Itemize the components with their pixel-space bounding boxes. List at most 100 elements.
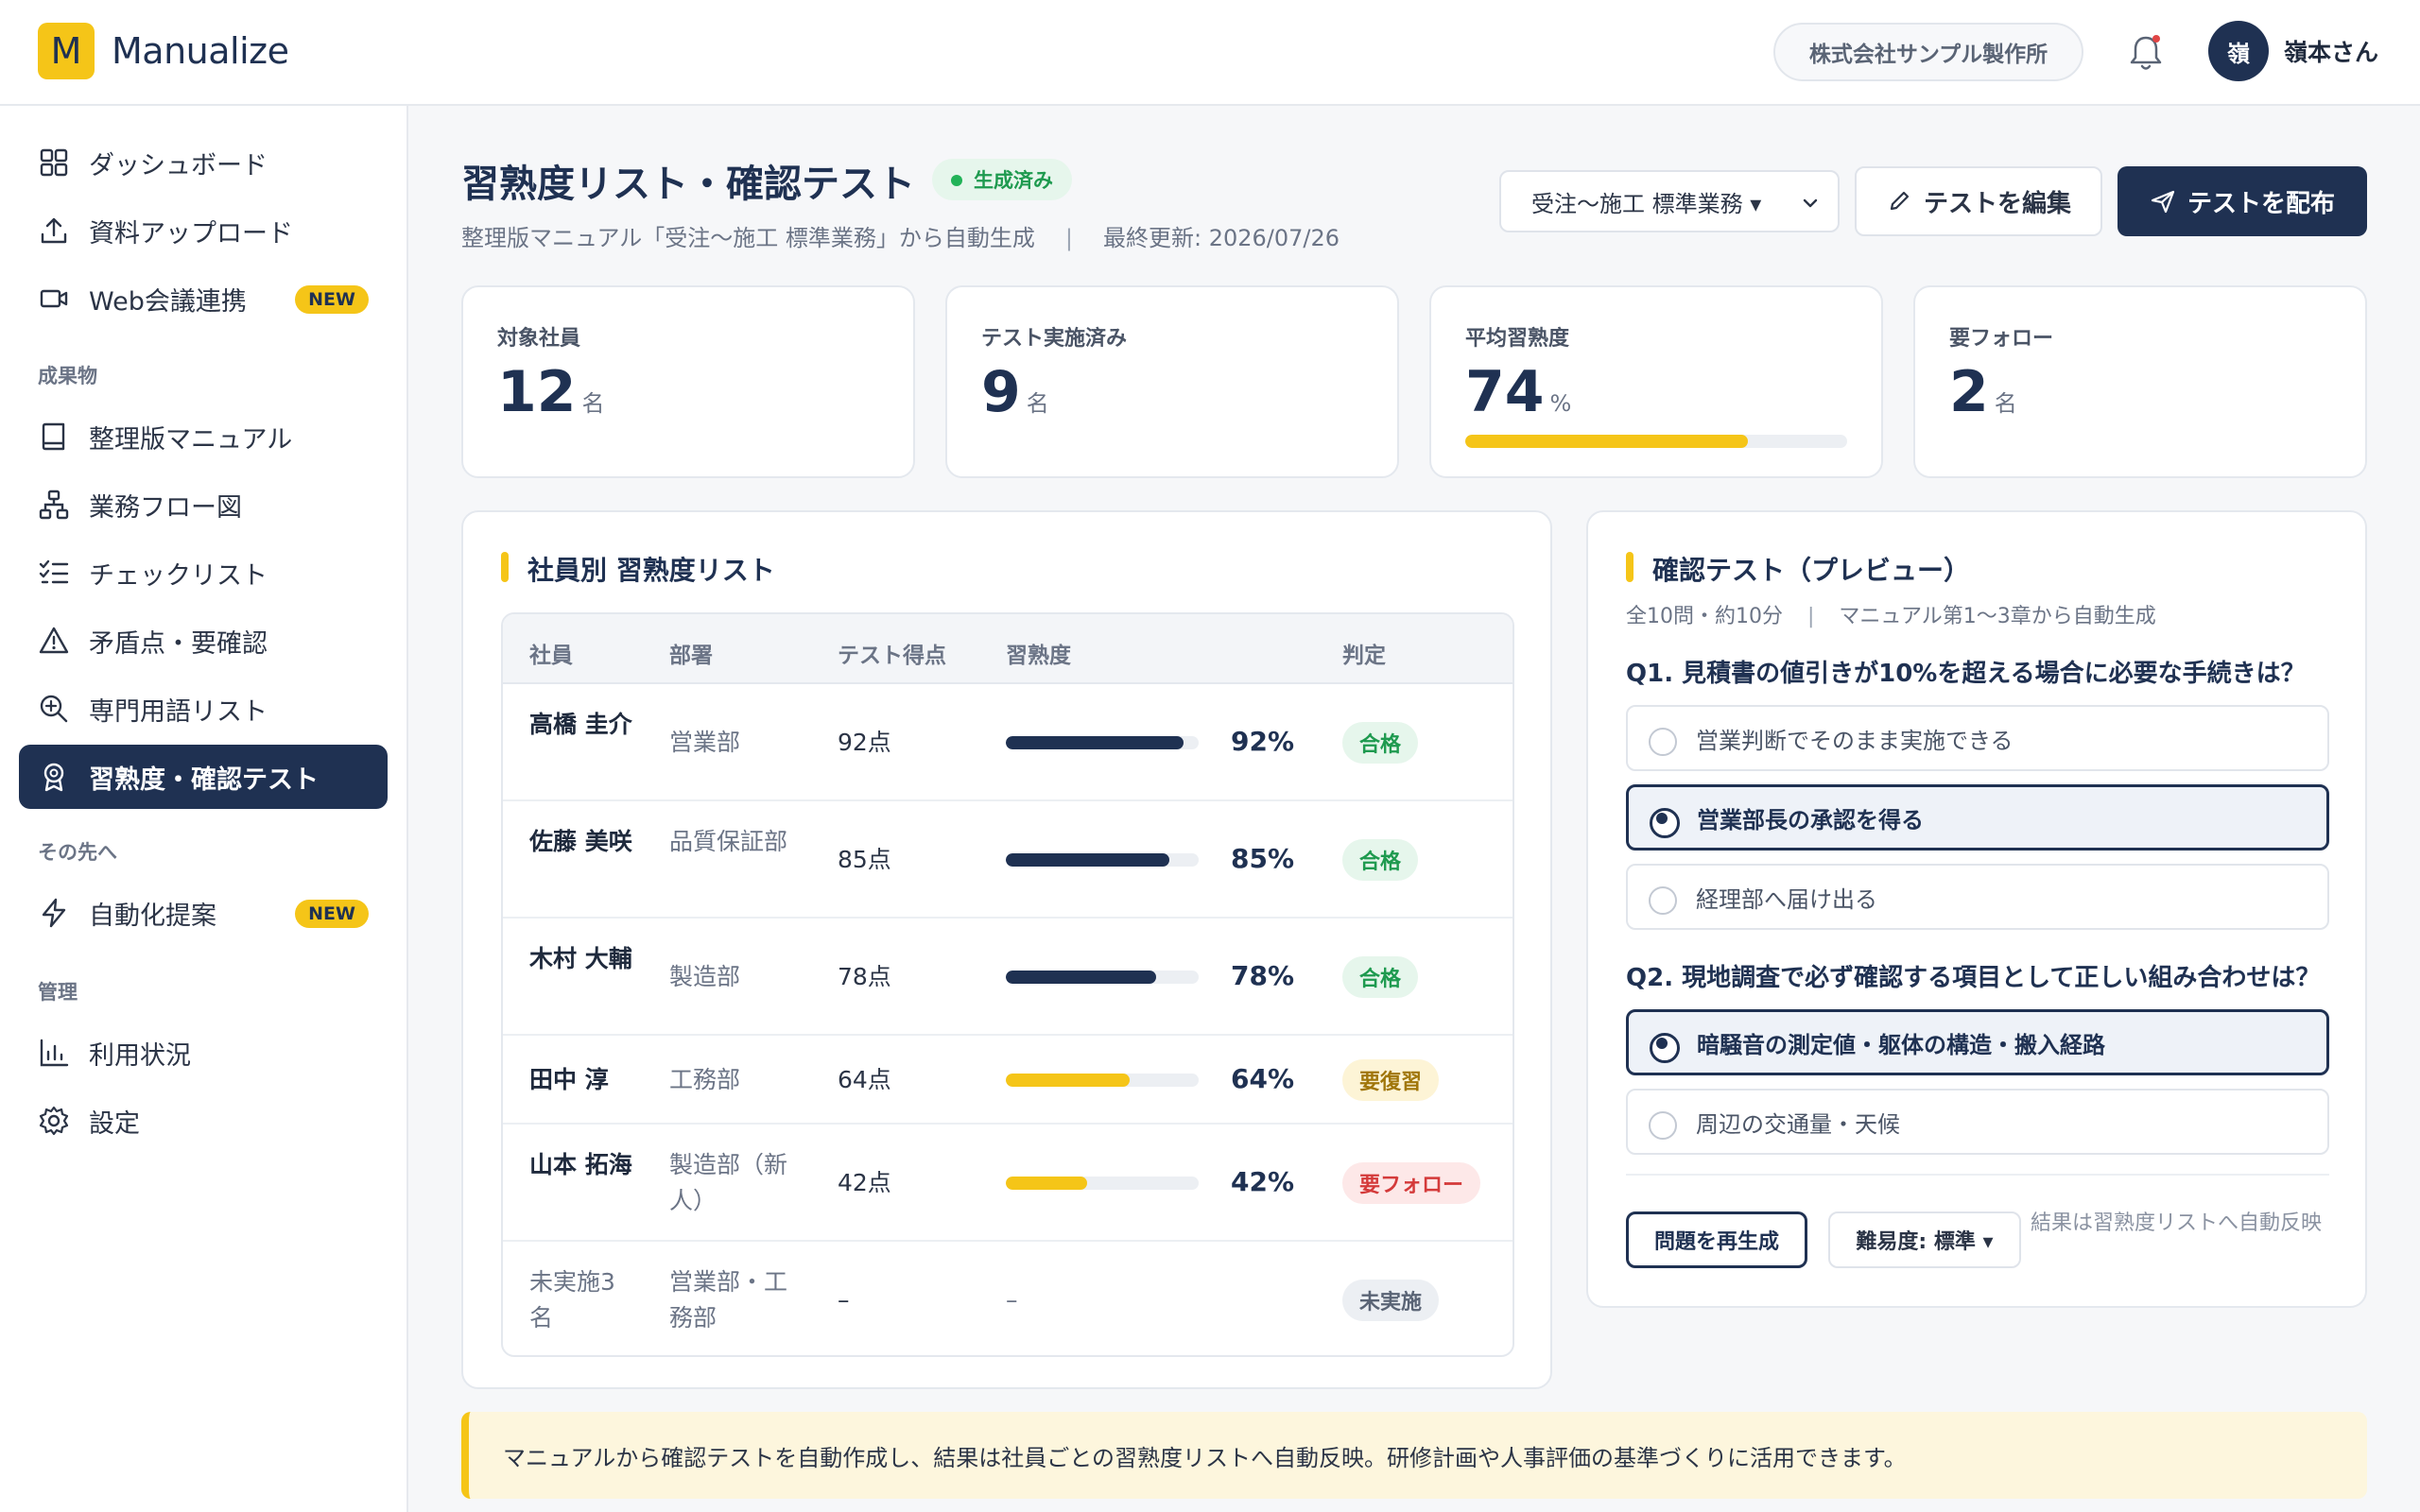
department: 品質保証部 (669, 828, 788, 855)
stat-unit: % (1549, 390, 1572, 417)
department: 工務部 (669, 1066, 741, 1093)
send-icon (2151, 190, 2175, 214)
table-row[interactable]: 木村 大輔 製造部 78点 78% 合格 (503, 919, 1512, 1036)
stat-label: 対象社員 (497, 327, 581, 351)
stat-number: 74 (1465, 359, 1545, 425)
quiz-meta: 全10問・約10分 | マニュアル第1〜3章から自動生成 (1626, 599, 2156, 629)
stat-unit: 名 (1026, 390, 1049, 417)
stat-number: 12 (497, 359, 577, 425)
sidebar-item-issues[interactable]: 矛盾点・要確認 (19, 609, 388, 673)
proficiency-percent: 42% (1231, 1166, 1295, 1197)
sidebar-item-automation[interactable]: 自動化提案 NEW (19, 881, 388, 945)
proficiency-percent: 85% (1231, 843, 1295, 874)
sidebar-item-usage[interactable]: 利用状況 (19, 1021, 388, 1085)
progress-fill (1465, 435, 1748, 448)
new-badge: NEW (295, 900, 369, 928)
test-score: 64点 (838, 1066, 891, 1093)
table-header: 社員 部署 テスト得点 習熟度 判定 (503, 614, 1512, 684)
sidebar-item-proficiency[interactable]: 習熟度・確認テスト (19, 745, 388, 809)
top-bar: M Manualize 株式会社サンプル製作所 嶺 嶺本さん (0, 0, 2420, 106)
sidebar-item-label: 自動化提案 (89, 901, 216, 931)
gear-icon (39, 1106, 69, 1136)
sidebar-item-label: ダッシュボード (89, 150, 268, 180)
distribute-test-button[interactable]: テストを配布 (2118, 166, 2367, 236)
sidebar-item-label: 矛盾点・要確認 (89, 628, 268, 659)
difficulty-select[interactable]: 難易度: 標準 ▾ (1828, 1211, 2021, 1268)
edit-test-button[interactable]: テストを編集 (1855, 166, 2102, 236)
sidebar-item-label: 利用状況 (89, 1040, 191, 1071)
quiz-option-selected[interactable]: 営業部長の承認を得る (1626, 784, 2329, 850)
chart-icon (40, 1039, 69, 1067)
question-title: Q1. 見積書の値引きが10%を超える場合に必要な手続きは？ (1626, 660, 2306, 688)
video-icon (40, 289, 68, 308)
table-row[interactable]: 田中 淳 工務部 64点 64% 要復習 (503, 1036, 1512, 1125)
table-row[interactable]: 佐藤 美咲 品質保証部 85点 85% 合格 (503, 801, 1512, 919)
distribute-test-label: テストを配布 (2187, 189, 2335, 218)
employee-name: 未実施3名 (529, 1268, 615, 1332)
stat-number: 2 (1949, 359, 1989, 425)
info-banner: マニュアルから確認テストを自動作成し、結果は社員ごとの習熟度リストへ自動反映。研… (461, 1412, 2367, 1499)
column-header: 社員 (529, 644, 573, 668)
column-header: 判定 (1342, 644, 1386, 668)
user-name[interactable]: 嶺本さん (2284, 34, 2378, 68)
quiz-note: 結果は習熟度リストへ自動反映 (2031, 1211, 2323, 1235)
stat-label: 要フォロー (1949, 327, 2054, 351)
app-logo[interactable]: M Manualize (38, 23, 289, 79)
section-label-admin: 管理 (38, 981, 78, 1004)
source-text: 整理版マニュアル「受注〜施工 標準業務」から自動生成 (461, 225, 1035, 251)
status-tag: 要フォロー (1342, 1162, 1481, 1204)
proficiency-table: 社員 部署 テスト得点 習熟度 判定 高橋 圭介 営業部 92点 92% 合格佐藤 美咲… (501, 612, 1514, 1357)
quiz-option-selected[interactable]: 暗騒音の測定値・躯体の構造・搬入経路 (1626, 1009, 2329, 1075)
quiz-option[interactable]: 周辺の交通量・天候 (1626, 1089, 2329, 1155)
test-score: 92点 (838, 729, 891, 756)
sidebar-item-label: 習熟度・確認テスト (89, 765, 319, 795)
stat-value: 74% (1465, 359, 1571, 425)
quiz-length: 全10問・約10分 (1626, 605, 1783, 628)
regenerate-button[interactable]: 問題を再生成 (1626, 1211, 1807, 1268)
stat-card-tested: テスト実施済み 9名 (945, 285, 1399, 478)
page-subtitle: 整理版マニュアル「受注〜施工 標準業務」から自動生成 | 最終更新: 2026/07… (461, 219, 1340, 252)
employee-name: 佐藤 美咲 (529, 828, 632, 855)
quiz-option[interactable]: 経理部へ届け出る (1626, 864, 2329, 930)
proficiency-bar (1006, 853, 1199, 867)
proficiency-percent: 78% (1231, 960, 1295, 991)
status-tag: 未実施 (1342, 1280, 1440, 1321)
manual-select[interactable]: 受注〜施工 標準業務 ▾ (1499, 170, 1840, 232)
upload-icon (41, 217, 67, 244)
proficiency-percent: 64% (1231, 1063, 1295, 1094)
quiz-source: マニュアル第1〜3章から自動生成 (1839, 605, 2156, 628)
pencil-icon (1890, 191, 1910, 211)
notification-bell-icon[interactable] (2127, 32, 2165, 74)
table-row[interactable]: 高橋 圭介 営業部 92点 92% 合格 (503, 684, 1512, 801)
section-label-beyond: その先へ (38, 841, 117, 864)
test-score: – (838, 1286, 850, 1314)
sidebar-item-dashboard[interactable]: ダッシュボード (19, 130, 388, 195)
sidebar-item-upload[interactable]: 資料アップロード (19, 198, 388, 263)
sidebar-item-label: 整理版マニュアル (89, 424, 293, 455)
quiz-option[interactable]: 営業判断でそのまま実施できる (1626, 705, 2329, 771)
sidebar-item-glossary[interactable]: 専門用語リスト (19, 677, 388, 741)
stat-card-target: 対象社員 12 名 (461, 285, 915, 478)
bolt-icon (42, 898, 66, 928)
table-row[interactable]: 未実施3名 営業部・工務部 – – 未実施 (503, 1242, 1512, 1355)
test-score: 78点 (838, 963, 891, 990)
section-label-outputs: 成果物 (38, 365, 97, 387)
proficiency-bar-fill (1006, 1074, 1130, 1087)
employee-name: 高橋 圭介 (529, 711, 632, 738)
sidebar-item-flow[interactable]: 業務フロー図 (19, 472, 388, 537)
employee-name: 山本 拓海 (529, 1151, 632, 1178)
table-row[interactable]: 山本 拓海 製造部（新人） 42点 42% 要フォロー (503, 1125, 1512, 1242)
sidebar-item-web-meeting[interactable]: Web会議連携 NEW (19, 266, 388, 331)
proficiency-bar (1006, 1177, 1199, 1190)
proficiency-bar (1006, 971, 1199, 984)
sidebar-item-checklist[interactable]: チェックリスト (19, 541, 388, 605)
sidebar-item-settings[interactable]: 設定 (19, 1089, 388, 1153)
test-score: 85点 (838, 846, 891, 873)
sidebar-item-manual[interactable]: 整理版マニュアル (19, 404, 388, 469)
company-chip[interactable]: 株式会社サンプル製作所 (1773, 23, 2083, 81)
proficiency-bar (1006, 736, 1199, 749)
status-tag: 要復習 (1342, 1059, 1440, 1101)
panel-title: 確認テスト（プレビュー） (1626, 550, 1970, 588)
employee-name: 田中 淳 (529, 1066, 609, 1093)
avatar[interactable]: 嶺 (2208, 21, 2269, 81)
